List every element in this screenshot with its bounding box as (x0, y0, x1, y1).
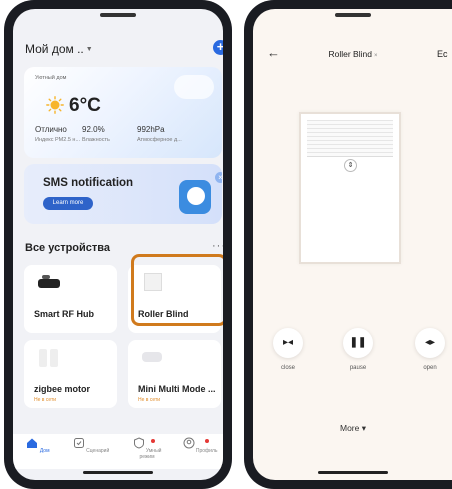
device-title: Roller Blind (328, 49, 372, 59)
tab-label: Сценарий (86, 448, 110, 454)
pause-button[interactable]: ❚❚ (343, 328, 373, 358)
devices-title: Все устройства (25, 242, 111, 254)
device-status: Не в сети (34, 397, 57, 403)
sms-banner[interactable]: SMS notification Learn more × (24, 164, 222, 224)
device-status: Не в сети (138, 397, 161, 403)
blind-visual[interactable]: ⇕ (299, 112, 401, 264)
close-curtain-icon: ▸◂ (282, 337, 294, 348)
device-name: Smart RF Hub (34, 309, 95, 319)
notification-dot (205, 439, 209, 443)
pm25-value: Отлично (35, 125, 67, 134)
device-card-zigbee-motor[interactable]: zigbee motor Не в сети (24, 340, 117, 408)
open-label: open (423, 365, 437, 371)
close-label: close (280, 365, 295, 371)
cloud-decoration (174, 75, 214, 99)
tab-label: Умный режим (139, 448, 162, 460)
tab-label: Профиль (195, 448, 218, 454)
chat-bubble-inner (187, 187, 205, 205)
hub-device-icon (38, 279, 60, 288)
page-title: Roller Blind × (253, 49, 452, 59)
speaker-notch (334, 13, 371, 17)
pressure-label: Атмосферное д... (137, 137, 182, 143)
motor-device-icon-2 (50, 349, 58, 367)
tab-profile[interactable]: Профиль (178, 437, 222, 454)
home-indicator (83, 471, 153, 474)
weather-card[interactable]: Уютный дом 6°C Отлично 92.0% 992hPa Инде… (24, 67, 222, 158)
chevron-down-icon: ▼ (85, 46, 93, 54)
device-detail-screen: ← Roller Blind × Ec ⇕ ▸◂ ❚❚ ◂▸ close paus… (253, 9, 452, 480)
learn-more-button[interactable]: Learn more (43, 197, 93, 210)
tab-smart-mode[interactable]: Умный режим (125, 437, 169, 460)
phone-device-detail: ← Roller Blind × Ec ⇕ ▸◂ ❚❚ ◂▸ close paus… (244, 0, 452, 489)
weather-label: Уютный дом (35, 75, 67, 81)
blind-slats (307, 120, 393, 157)
tab-bar: Дом Сценарий Умный режим Профиль (13, 434, 223, 469)
home-indicator (317, 471, 388, 474)
add-device-button[interactable]: + (213, 40, 223, 55)
selection-highlight (131, 254, 223, 326)
title-badge: × (373, 53, 378, 59)
banner-title: SMS notification (43, 177, 134, 189)
tab-label: Дом (39, 448, 50, 454)
pause-label: pause (349, 365, 367, 371)
pause-icon: ❚❚ (349, 337, 367, 348)
carousel-dots (133, 151, 143, 158)
humidity-value: 92.0% (82, 125, 105, 134)
sun-icon (46, 96, 64, 114)
notification-dot (151, 439, 155, 443)
blind-drag-handle[interactable]: ⇕ (344, 159, 357, 172)
tab-scenario[interactable]: Сценарий (69, 437, 113, 454)
device-name: Mini Multi Mode ... (138, 384, 216, 394)
pm25-label: Индекс PM2.5 н... (35, 137, 81, 143)
home-title: Мой дом .. (25, 42, 84, 56)
more-button[interactable]: More ▾ (253, 423, 452, 434)
profile-icon (183, 437, 194, 449)
status-bar (253, 9, 452, 29)
open-button[interactable]: ◂▸ (415, 328, 445, 358)
humidity-label: Влажность (82, 137, 110, 143)
scenario-icon (73, 438, 84, 448)
device-card-smart-rf-hub[interactable]: Smart RF Hub (24, 265, 117, 333)
pressure-value: 992hPa (137, 125, 165, 134)
more-options-icon[interactable]: ··· (212, 240, 223, 252)
temperature: 6°C (69, 95, 101, 116)
home-icon (27, 438, 38, 448)
tab-home[interactable]: Дом (16, 437, 60, 454)
gateway-device-icon (142, 352, 162, 362)
speaker-notch (100, 13, 136, 17)
device-name: zigbee motor (34, 384, 91, 394)
phone-home: Мой дом .. ▼ + Уютный дом 6°C Отлично 92.… (4, 0, 232, 489)
edit-button[interactable]: Ec (437, 49, 448, 59)
home-selector[interactable]: Мой дом .. ▼ (25, 42, 93, 56)
close-icon[interactable]: × (215, 172, 222, 183)
home-screen: Мой дом .. ▼ + Уютный дом 6°C Отлично 92.… (13, 9, 223, 480)
smart-mode-icon (133, 437, 144, 449)
device-card-mini-multi-mode[interactable]: Mini Multi Mode ... Не в сети (128, 340, 221, 408)
status-bar (13, 9, 223, 29)
open-curtain-icon: ◂▸ (424, 337, 436, 348)
motor-device-icon (39, 349, 47, 367)
close-button[interactable]: ▸◂ (273, 328, 303, 358)
